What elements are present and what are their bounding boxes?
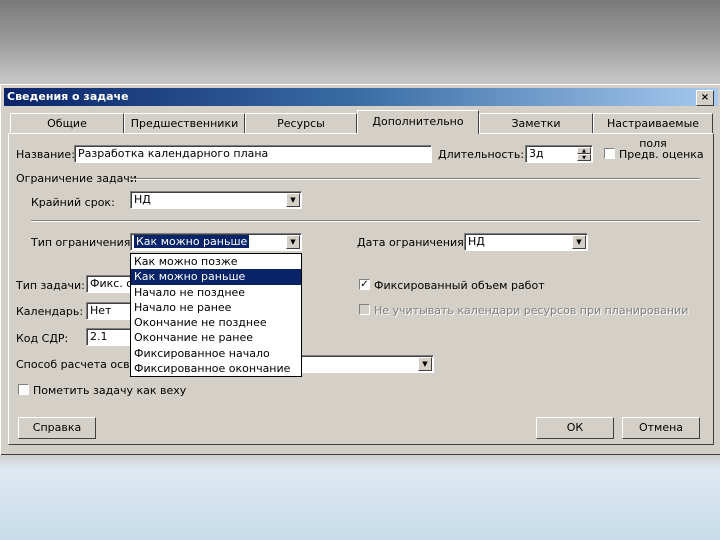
- deadline-value: НД: [134, 193, 151, 206]
- spin-up-icon[interactable]: ▲: [577, 147, 591, 154]
- constraint-type-label: Тип ограничения:: [31, 236, 135, 249]
- constraint-date-value: НД: [468, 235, 485, 248]
- tab-resources[interactable]: Ресурсы: [245, 113, 357, 133]
- dropdown-option[interactable]: Фиксированное окончание: [131, 361, 301, 376]
- constraint-date-label: Дата ограничения:: [357, 236, 468, 249]
- earned-value-label: Способ расчета осво: [16, 358, 137, 371]
- constraint-type-value: Как можно раньше: [134, 235, 250, 248]
- tab-custom-fields[interactable]: Настраиваемые поля: [593, 113, 713, 150]
- calendar-label: Календарь:: [16, 305, 84, 318]
- earned-value-select[interactable]: ▼: [300, 355, 434, 373]
- constraint-date-select[interactable]: НД ▼: [464, 233, 588, 251]
- dropdown-option-selected[interactable]: Как можно раньше: [131, 269, 301, 285]
- deadline-select[interactable]: НД ▼: [130, 191, 302, 209]
- ignore-calendars-label: Не учитывать календари ресурсов при план…: [374, 304, 689, 317]
- spin-down-icon[interactable]: ▼: [577, 154, 591, 161]
- dropdown-option[interactable]: Начало не ранее: [131, 300, 301, 315]
- dropdown-option[interactable]: Как можно позже: [131, 254, 301, 269]
- duration-spinner[interactable]: ▲ ▼: [577, 147, 591, 161]
- fixed-work-label: Фиксированный объем работ: [374, 279, 545, 292]
- tab-predecessors[interactable]: Предшественники: [124, 113, 245, 133]
- tab-general[interactable]: Общие: [10, 113, 124, 133]
- task-info-dialog: Сведения о задаче × Общие Предшественник…: [0, 84, 720, 455]
- name-input[interactable]: Разработка календарного плана: [74, 145, 432, 163]
- constraint-type-select[interactable]: Как можно раньше ▼: [130, 233, 302, 251]
- chevron-down-icon[interactable]: ▼: [286, 235, 300, 249]
- task-type-label: Тип задачи:: [16, 279, 85, 292]
- constraint-group-label: Ограничение задачи: [16, 172, 137, 185]
- fixed-work-checkbox[interactable]: ✓: [359, 279, 370, 290]
- group-separator: [130, 178, 700, 180]
- milestone-label: Пометить задачу как веху: [33, 384, 187, 397]
- duration-label: Длительность:: [438, 148, 525, 161]
- chevron-down-icon[interactable]: ▼: [286, 193, 300, 207]
- milestone-checkbox[interactable]: [18, 384, 29, 395]
- tab-advanced[interactable]: Дополнительно: [357, 110, 479, 134]
- wbs-label: Код СДР:: [16, 332, 69, 345]
- ignore-calendars-checkbox[interactable]: [359, 304, 370, 315]
- window-title: Сведения о задаче: [7, 90, 129, 103]
- estimate-label: Предв. оценка: [619, 148, 704, 161]
- cancel-button[interactable]: Отмена: [622, 417, 700, 439]
- duration-input[interactable]: 3д ▲ ▼: [525, 145, 593, 163]
- duration-value: 3д: [529, 147, 544, 160]
- separator: [31, 220, 700, 222]
- dropdown-option[interactable]: Фиксированное начало: [131, 346, 301, 361]
- dropdown-option[interactable]: Окончание не ранее: [131, 330, 301, 345]
- dropdown-option[interactable]: Начало не позднее: [131, 285, 301, 300]
- chevron-down-icon[interactable]: ▼: [418, 357, 432, 371]
- dropdown-option[interactable]: Окончание не позднее: [131, 315, 301, 330]
- title-bar[interactable]: Сведения о задаче ×: [4, 88, 718, 106]
- deadline-label: Крайний срок:: [31, 196, 115, 209]
- close-button[interactable]: ×: [696, 90, 714, 106]
- name-label: Название:: [16, 148, 75, 161]
- constraint-type-dropdown-list: Как можно позже Как можно раньше Начало …: [130, 253, 302, 377]
- estimate-checkbox[interactable]: [604, 148, 615, 159]
- tab-notes[interactable]: Заметки: [479, 113, 593, 133]
- help-button[interactable]: Справка: [18, 417, 96, 439]
- ok-button[interactable]: ОК: [536, 417, 614, 439]
- chevron-down-icon[interactable]: ▼: [572, 235, 586, 249]
